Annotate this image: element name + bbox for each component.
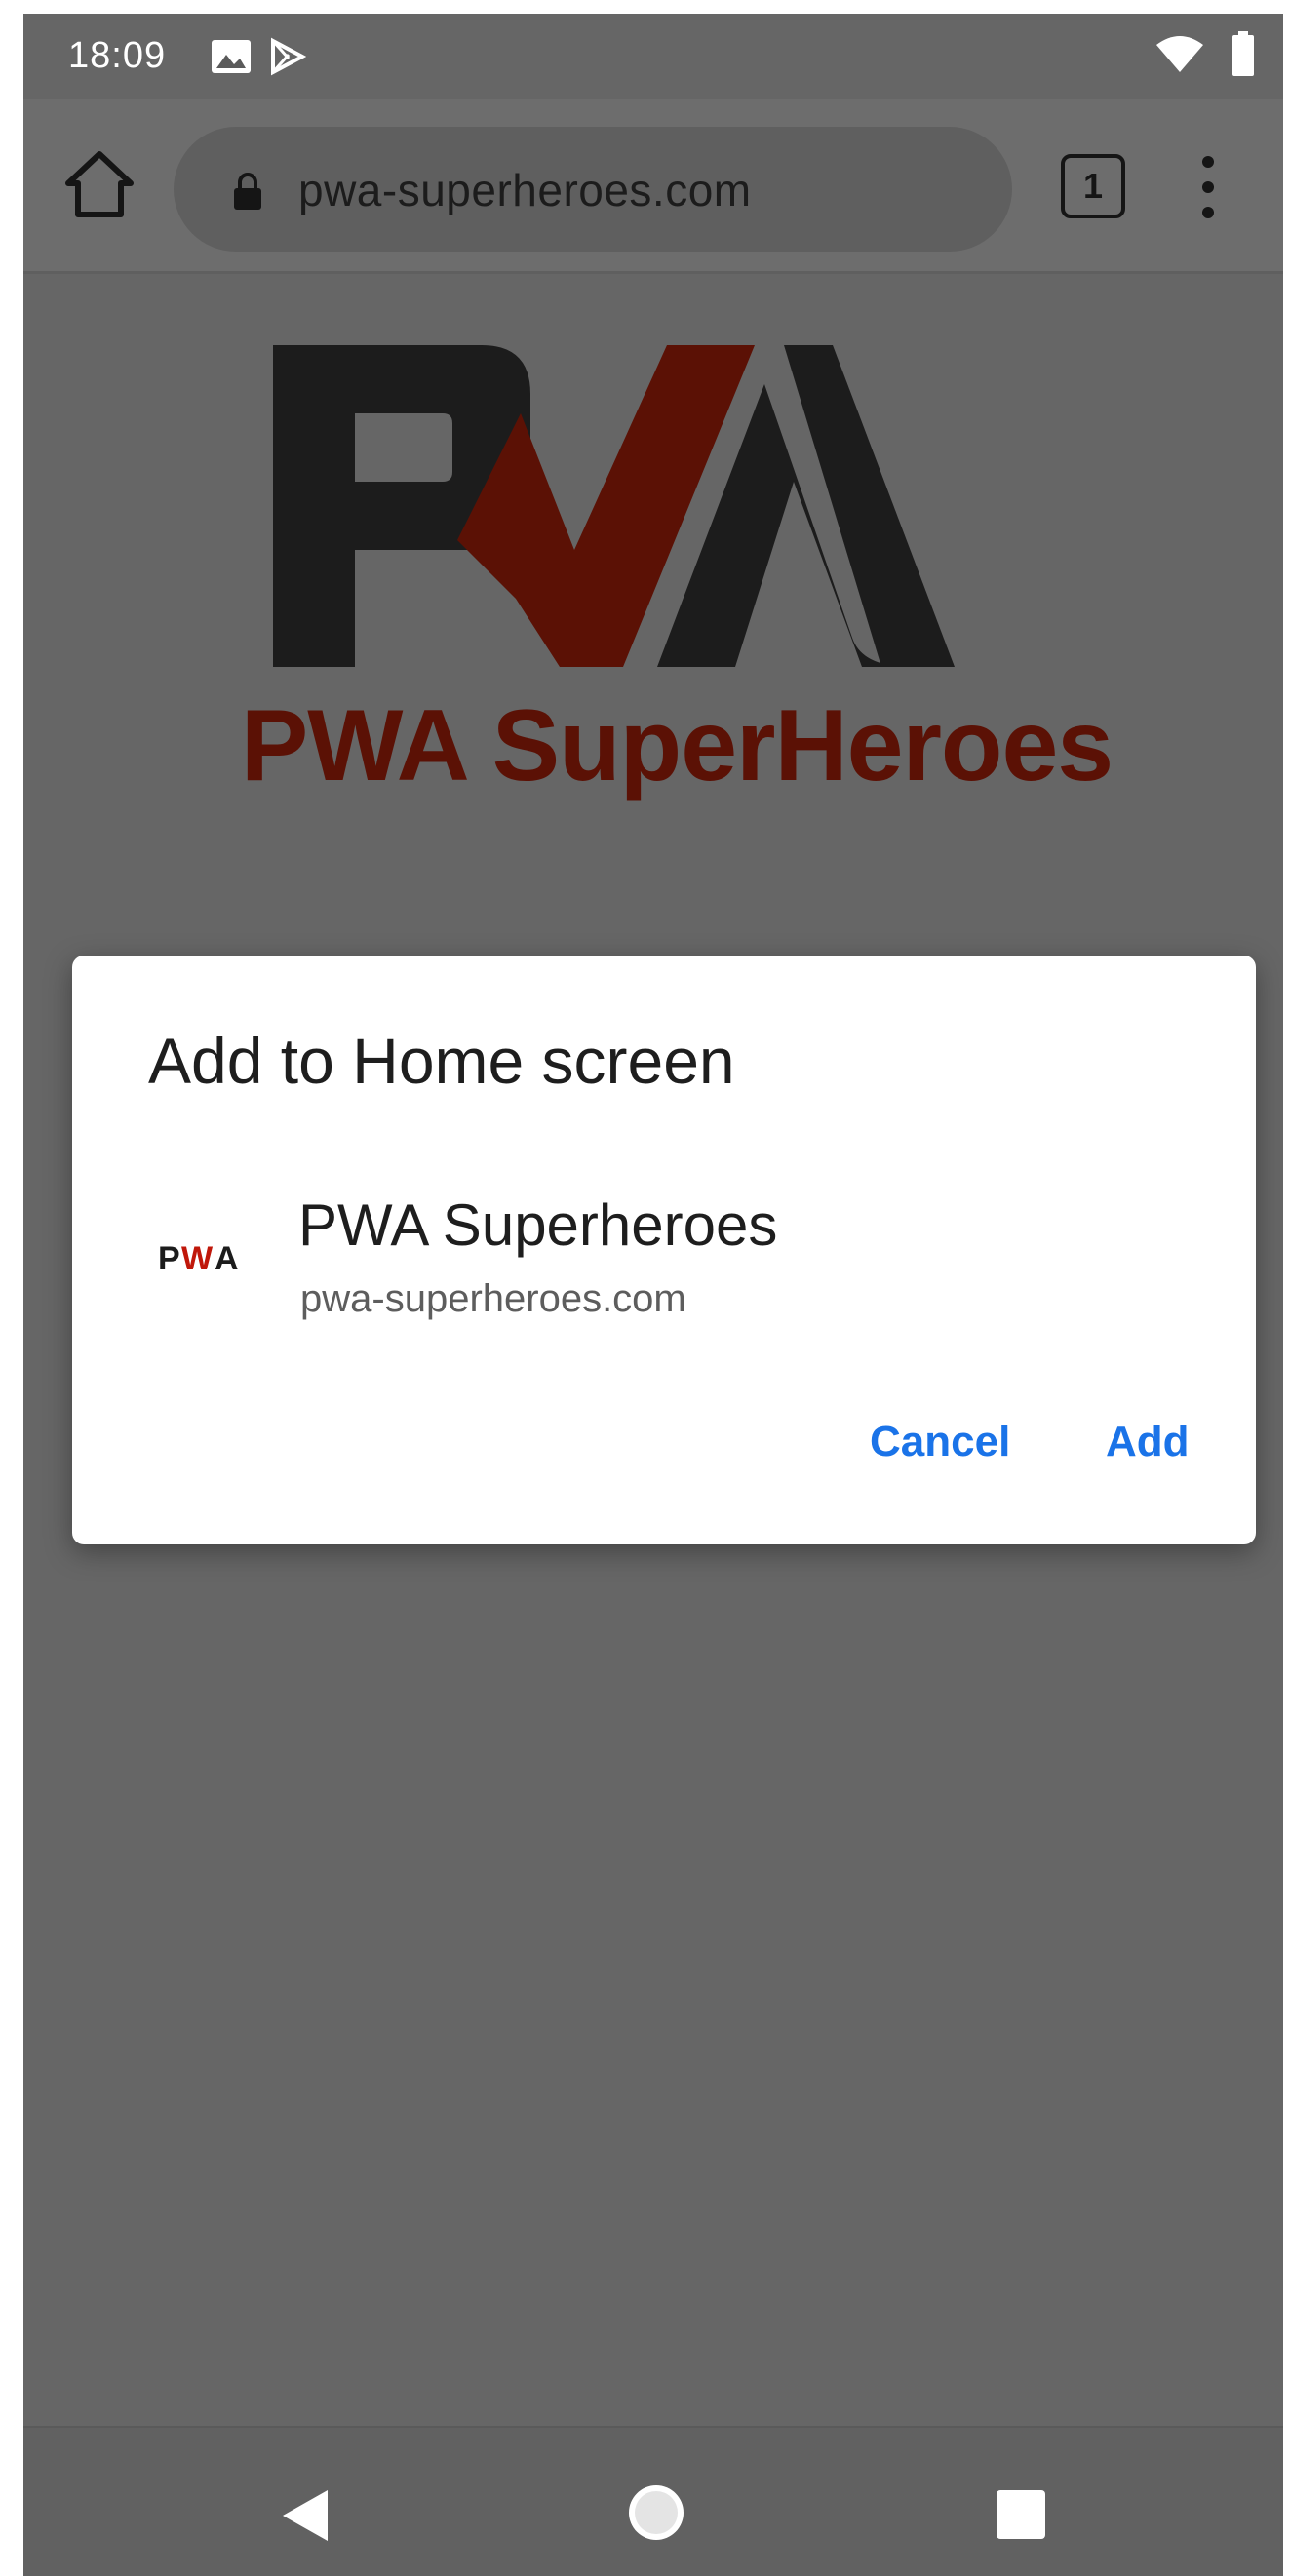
- app-name: PWA Superheroes: [298, 1192, 778, 1258]
- image-icon: [212, 40, 251, 73]
- tabs-icon: 1: [1061, 154, 1125, 218]
- app-url: pwa-superheroes.com: [300, 1277, 686, 1320]
- home-icon[interactable]: [62, 146, 137, 220]
- status-bar: 18:09: [23, 14, 1283, 99]
- wifi-icon: [1156, 36, 1203, 72]
- phone-screen: 18:09 pwa-superheroes.com 1 PWA SuperHer…: [23, 14, 1283, 2576]
- back-icon[interactable]: [277, 2486, 335, 2545]
- tabs-button[interactable]: 1: [1061, 154, 1125, 218]
- svg-text:P: P: [158, 1240, 180, 1277]
- recents-icon[interactable]: [995, 2488, 1047, 2541]
- add-button[interactable]: Add: [1106, 1418, 1190, 1466]
- battery-icon: [1232, 31, 1254, 76]
- url-text: pwa-superheroes.com: [298, 165, 752, 215]
- pwa-logo: PWA SuperHeroes: [238, 345, 1115, 813]
- app-icon: P W A: [158, 1240, 239, 1277]
- svg-text:W: W: [181, 1240, 214, 1277]
- home-icon[interactable]: [624, 2480, 688, 2545]
- status-time: 18:09: [68, 35, 167, 76]
- navigation-bar: [23, 2426, 1283, 2576]
- pwa-logo-mark: [273, 345, 955, 667]
- cancel-button[interactable]: Cancel: [870, 1418, 1010, 1466]
- lock-icon: [234, 173, 261, 210]
- menu-icon[interactable]: [1193, 148, 1223, 226]
- dialog-title: Add to Home screen: [148, 1025, 735, 1097]
- brand-title: PWA SuperHeroes: [240, 689, 1114, 802]
- address-bar[interactable]: pwa-superheroes.com: [174, 127, 1012, 252]
- svg-text:A: A: [215, 1240, 239, 1277]
- play-store-icon: [271, 37, 306, 76]
- add-to-home-dialog: Add to Home screen P W A PWA Superheroes…: [72, 956, 1256, 1544]
- browser-toolbar: pwa-superheroes.com 1: [23, 99, 1283, 274]
